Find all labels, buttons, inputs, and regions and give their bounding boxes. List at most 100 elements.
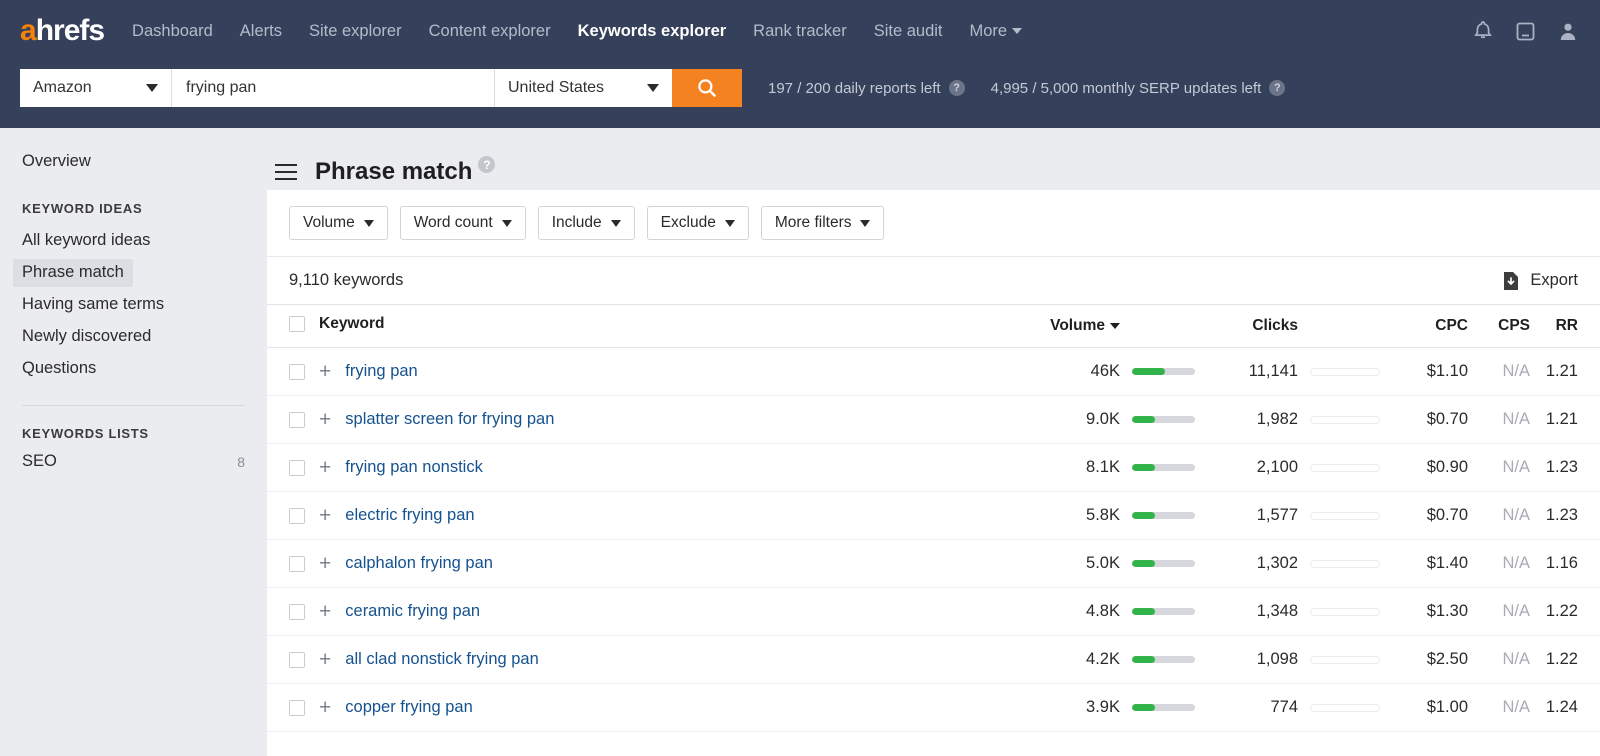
cell-keyword: + frying pan nonstick <box>267 444 1028 492</box>
keyword-link[interactable]: all clad nonstick frying pan <box>345 650 539 669</box>
nav-link-site-explorer[interactable]: Site explorer <box>309 22 402 41</box>
download-icon <box>1502 271 1520 291</box>
filter-button-word-count[interactable]: Word count <box>400 206 526 240</box>
row-checkbox[interactable] <box>289 604 305 620</box>
keyword-link[interactable]: frying pan nonstick <box>345 458 483 477</box>
search-source-select[interactable]: Amazon <box>20 69 172 107</box>
table-row[interactable]: +frying pan nonstick8.1K2,100$0.90N/A1.2… <box>267 444 1600 492</box>
add-keyword-icon[interactable]: + <box>319 601 331 622</box>
keyword-link[interactable]: copper frying pan <box>345 698 473 717</box>
row-checkbox[interactable] <box>289 556 305 572</box>
add-keyword-icon[interactable]: + <box>319 409 331 430</box>
clicks-bar-track <box>1310 368 1380 376</box>
column-header-clicks-bar-spacer <box>1298 305 1392 348</box>
column-header-cpc[interactable]: CPC <box>1392 305 1468 348</box>
column-header-volume[interactable]: Volume <box>1028 305 1120 348</box>
column-header-cps[interactable]: CPS <box>1468 305 1530 348</box>
cell-cps: N/A <box>1468 588 1530 636</box>
column-header-keyword[interactable]: Keyword <box>267 305 1028 348</box>
column-header-rr[interactable]: RR <box>1530 305 1600 348</box>
column-header-clicks[interactable]: Clicks <box>1206 305 1298 348</box>
add-keyword-icon[interactable]: + <box>319 361 331 382</box>
cell-volume: 5.0K <box>1028 540 1120 588</box>
nav-link-content-explorer[interactable]: Content explorer <box>429 22 551 41</box>
export-button[interactable]: Export <box>1502 271 1578 291</box>
table-row[interactable]: +splatter screen for frying pan9.0K1,982… <box>267 396 1600 444</box>
sidebar-list-item-label: SEO <box>22 452 57 471</box>
table-row[interactable]: +electric frying pan5.8K1,577$0.70N/A1.2… <box>267 492 1600 540</box>
cell-volume: 3.9K <box>1028 684 1120 732</box>
sidebar-divider <box>22 405 245 406</box>
cell-volume-bar <box>1120 444 1206 492</box>
cell-keyword: + ceramic frying pan <box>267 588 1028 636</box>
column-header-volume-bar-spacer <box>1120 305 1206 348</box>
row-checkbox[interactable] <box>289 364 305 380</box>
table-row[interactable]: +all clad nonstick frying pan4.2K1,098$2… <box>267 636 1600 684</box>
cell-clicks: 1,577 <box>1206 492 1298 540</box>
nav-link-dashboard[interactable]: Dashboard <box>132 22 213 41</box>
row-checkbox[interactable] <box>289 460 305 476</box>
add-keyword-icon[interactable]: + <box>319 697 331 718</box>
cell-clicks-bar <box>1298 684 1392 732</box>
keyword-link[interactable]: ceramic frying pan <box>345 602 480 621</box>
chevron-down-icon <box>364 220 374 227</box>
nav-link-alerts[interactable]: Alerts <box>240 22 282 41</box>
filter-button-more-filters[interactable]: More filters <box>761 206 885 240</box>
cell-clicks-bar <box>1298 540 1392 588</box>
sidebar-item-newly-discovered[interactable]: Newly discovered <box>13 323 160 351</box>
filter-button-volume[interactable]: Volume <box>289 206 388 240</box>
chat-icon[interactable] <box>1515 21 1536 42</box>
cell-clicks: 2,100 <box>1206 444 1298 492</box>
filter-button-include[interactable]: Include <box>538 206 635 240</box>
row-checkbox[interactable] <box>289 652 305 668</box>
table-row[interactable]: +frying pan46K11,141$1.10N/A1.21 <box>267 348 1600 396</box>
row-checkbox[interactable] <box>289 508 305 524</box>
keyword-link[interactable]: splatter screen for frying pan <box>345 410 554 429</box>
chevron-down-icon <box>502 220 512 227</box>
sidebar-item-questions[interactable]: Questions <box>13 355 105 383</box>
row-checkbox[interactable] <box>289 412 305 428</box>
nav-link-site-audit[interactable]: Site audit <box>874 22 943 41</box>
keyword-link[interactable]: electric frying pan <box>345 506 474 525</box>
hamburger-icon[interactable] <box>275 164 297 180</box>
cell-rr: 1.21 <box>1530 396 1600 444</box>
cell-cpc: $1.30 <box>1392 588 1468 636</box>
add-keyword-icon[interactable]: + <box>319 553 331 574</box>
help-icon[interactable]: ? <box>1269 80 1285 96</box>
cell-clicks-bar <box>1298 396 1392 444</box>
sidebar-item-phrase-match[interactable]: Phrase match <box>13 259 133 287</box>
cell-volume-bar <box>1120 540 1206 588</box>
cell-keyword: + all clad nonstick frying pan <box>267 636 1028 684</box>
add-keyword-icon[interactable]: + <box>319 505 331 526</box>
user-avatar-icon[interactable] <box>1558 21 1578 42</box>
nav-link-more[interactable]: More <box>970 22 1023 41</box>
row-checkbox[interactable] <box>289 700 305 716</box>
keyword-link[interactable]: frying pan <box>345 362 417 381</box>
table-row[interactable]: +ceramic frying pan4.8K1,348$1.30N/A1.22 <box>267 588 1600 636</box>
table-row[interactable]: +calphalon frying pan5.0K1,302$1.40N/A1.… <box>267 540 1600 588</box>
sidebar-item-all-keyword-ideas[interactable]: All keyword ideas <box>13 227 159 255</box>
sidebar-item-having-same-terms[interactable]: Having same terms <box>13 291 173 319</box>
select-all-checkbox[interactable] <box>289 316 305 332</box>
search-button[interactable] <box>672 69 742 107</box>
sidebar: Overview KEYWORD IDEASAll keyword ideasP… <box>0 128 267 756</box>
table-row[interactable]: +copper frying pan3.9K774$1.00N/A1.24 <box>267 684 1600 732</box>
keyword-link[interactable]: calphalon frying pan <box>345 554 493 573</box>
help-icon[interactable]: ? <box>949 80 965 96</box>
cell-volume: 46K <box>1028 348 1120 396</box>
sidebar-item-overview[interactable]: Overview <box>22 152 267 171</box>
table-body: +frying pan46K11,141$1.10N/A1.21+splatte… <box>267 348 1600 732</box>
nav-link-rank-tracker[interactable]: Rank tracker <box>753 22 847 41</box>
filter-button-exclude[interactable]: Exclude <box>647 206 749 240</box>
ahrefs-logo[interactable]: ahrefs <box>20 16 104 46</box>
nav-link-keywords-explorer[interactable]: Keywords explorer <box>578 22 727 41</box>
sidebar-list-item-seo[interactable]: SEO8 <box>22 452 267 471</box>
nav-right-icons <box>1473 0 1578 62</box>
bell-icon[interactable] <box>1473 20 1493 42</box>
search-input[interactable] <box>172 69 494 107</box>
add-keyword-icon[interactable]: + <box>319 649 331 670</box>
help-icon[interactable]: ? <box>478 156 495 173</box>
add-keyword-icon[interactable]: + <box>319 457 331 478</box>
cell-volume-bar <box>1120 396 1206 444</box>
country-select[interactable]: United States <box>494 69 672 107</box>
